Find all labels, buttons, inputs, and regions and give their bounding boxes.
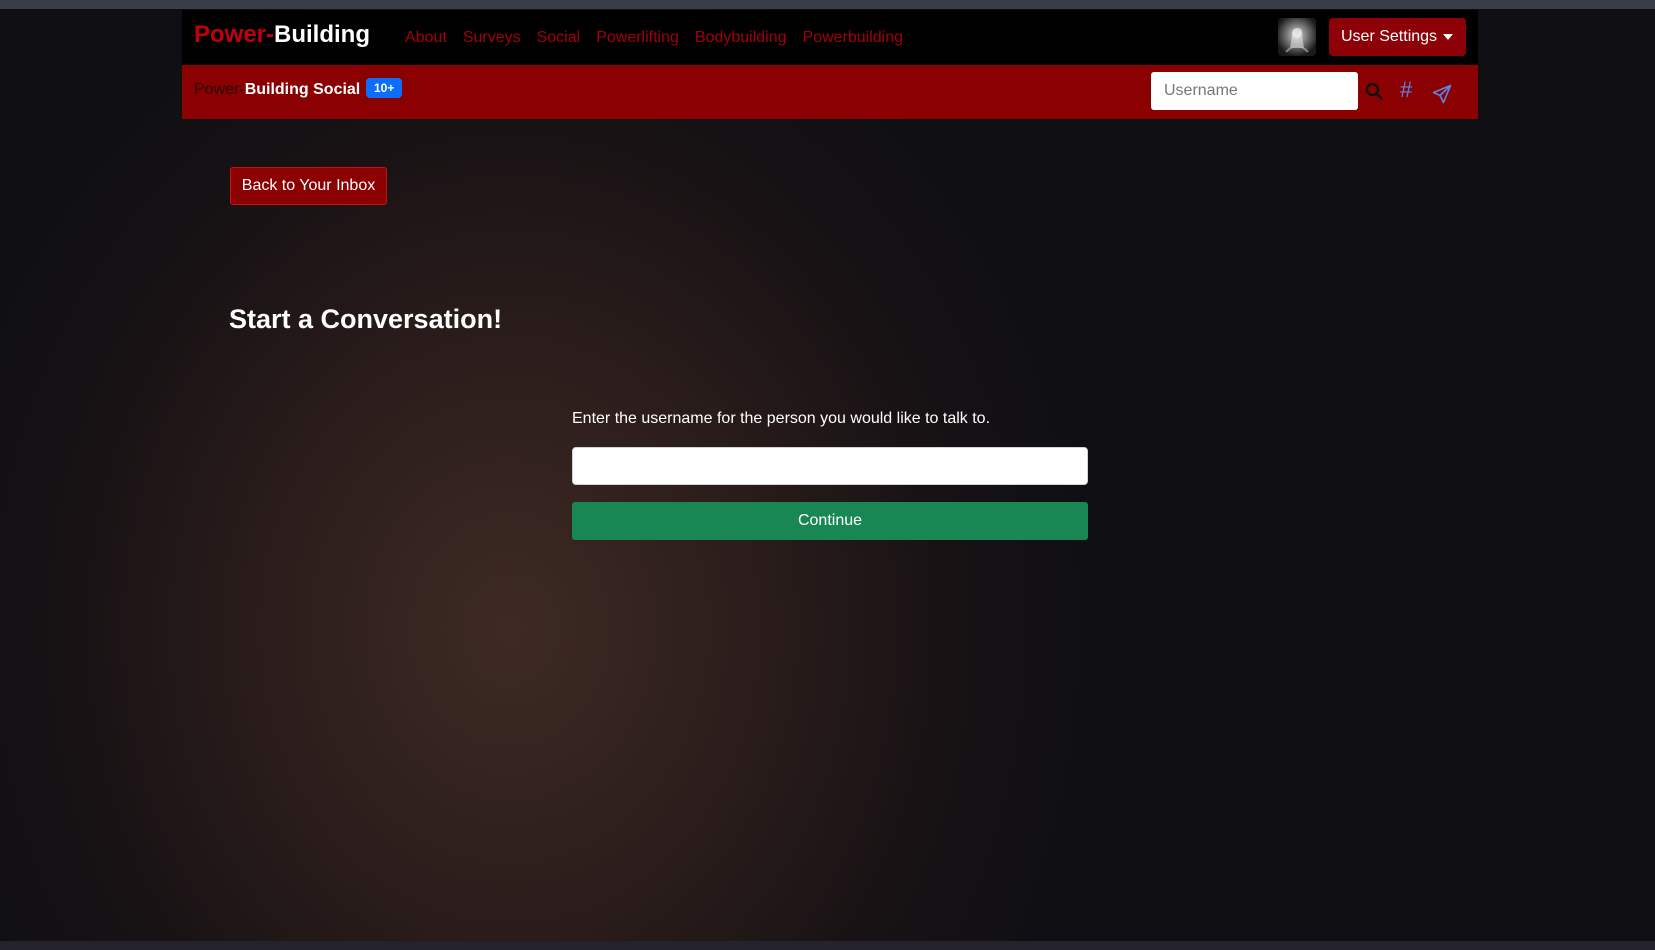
brand-logo[interactable]: Power-Building [194,20,370,50]
nav-links: About Surveys Social Powerlifting Bodybu… [405,27,903,49]
brand-text-building: Building [274,21,370,48]
social-brand-title: Building Social [244,81,361,98]
brand-text-power: Power- [194,21,275,48]
nav-link-powerlifting[interactable]: Powerlifting [596,27,679,49]
nav-link-bodybuilding[interactable]: Bodybuilding [695,27,787,49]
avatar-image-icon [1285,28,1309,53]
social-subbar: Power-Building Social 10+ # [182,65,1478,119]
user-settings-dropdown[interactable]: User Settings [1329,18,1466,56]
social-brand-power: Power- [194,81,245,98]
nav-link-powerbuilding[interactable]: Powerbuilding [803,27,904,49]
caret-down-icon [1443,34,1453,40]
social-brand[interactable]: Power-Building Social [194,79,360,101]
notification-badge[interactable]: 10+ [366,78,403,98]
nav-link-about[interactable]: About [405,27,447,49]
recipient-username-input[interactable] [572,447,1088,485]
instruction-text: Enter the username for the person you wo… [572,410,991,427]
send-icon[interactable] [1432,84,1452,104]
hash-icon[interactable]: # [1400,76,1412,104]
back-to-inbox-button[interactable]: Back to Your Inbox [230,167,387,205]
user-avatar[interactable] [1278,18,1316,56]
username-search-input[interactable] [1151,72,1358,110]
nav-link-social[interactable]: Social [537,27,581,49]
browser-top-strip [0,0,1655,9]
page-title: Start a Conversation! [229,304,503,334]
search-icon[interactable] [1365,82,1383,100]
continue-button[interactable]: Continue [572,502,1088,540]
nav-link-surveys[interactable]: Surveys [463,27,521,49]
user-settings-label: User Settings [1341,28,1438,45]
main-navbar: Power-Building About Surveys Social Powe… [182,10,1478,65]
browser-bottom-strip [0,941,1655,950]
